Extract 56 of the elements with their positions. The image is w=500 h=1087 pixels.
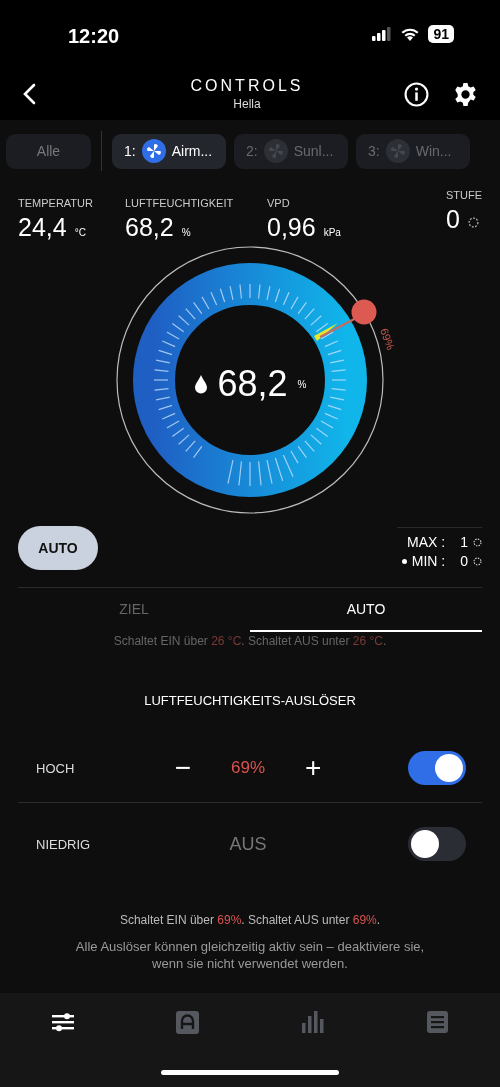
gauge-value: 68,2 bbox=[217, 363, 288, 405]
section-title: LUFTFEUCHTIGKEITS-AUSLÖSER bbox=[143, 693, 357, 708]
reading-unit: °C bbox=[74, 227, 86, 238]
limit-value: 1 bbox=[460, 534, 468, 550]
status-time: 12:20 bbox=[68, 23, 120, 48]
trigger-label: NIEDRIG bbox=[36, 836, 92, 852]
reading-unit: kPa bbox=[323, 227, 341, 238]
trigger-label: HOCH bbox=[36, 760, 76, 776]
back-icon[interactable] bbox=[22, 83, 36, 105]
info-icon[interactable] bbox=[404, 81, 429, 107]
dashed-circle-icon bbox=[467, 217, 479, 228]
increase-button[interactable]: + bbox=[301, 752, 326, 784]
settings-icon[interactable] bbox=[453, 81, 478, 107]
toggle-switch[interactable] bbox=[408, 751, 466, 785]
auto-mode-icon bbox=[176, 1010, 199, 1034]
limit-label: MIN : bbox=[411, 553, 446, 569]
trigger-value: AUS bbox=[229, 833, 267, 855]
reading-label: VPD bbox=[267, 197, 291, 209]
screen-title: CONTROLS bbox=[190, 77, 304, 95]
fan-icon bbox=[385, 139, 410, 163]
gauge-unit: % bbox=[297, 378, 307, 390]
reading-value: 24,4 bbox=[18, 213, 67, 242]
water-drop-icon bbox=[193, 374, 208, 394]
trigger-note: Schaltet EIN über 69%. Schaltet AUS unter 69%. bbox=[118, 913, 382, 928]
decrease-button[interactable]: − bbox=[170, 752, 195, 784]
battery-level: 91 bbox=[428, 25, 454, 43]
screen-subtitle: Hella bbox=[233, 97, 261, 111]
toggle-switch[interactable] bbox=[408, 827, 466, 861]
setpoint-handle[interactable] bbox=[319, 299, 377, 338]
wifi-icon bbox=[400, 26, 421, 42]
tab[interactable]: AUTO bbox=[250, 588, 482, 632]
reading-unit: % bbox=[181, 227, 191, 238]
reading-label: STUFE bbox=[445, 189, 482, 201]
limit-label: MAX : bbox=[407, 534, 446, 550]
limit-value: 0 bbox=[460, 553, 468, 569]
fan-icon bbox=[263, 139, 288, 163]
dashed-circle-icon bbox=[473, 556, 482, 566]
fan-icon bbox=[141, 139, 166, 163]
auto-mode-button[interactable]: AUTO bbox=[18, 526, 98, 570]
trigger-note: Schaltet EIN über 26 °C. Schaltet AUS unter 26 °C. bbox=[112, 634, 388, 648]
reading-value: 0 bbox=[445, 205, 460, 234]
filter-chip[interactable]: Alle bbox=[6, 133, 91, 169]
trigger-value: 69% bbox=[231, 758, 265, 778]
device-chip[interactable]: 1: Airm... bbox=[112, 133, 226, 169]
reading-label: TEMPERATUR bbox=[18, 197, 94, 209]
reading-value: 68,2 bbox=[125, 213, 174, 242]
bar-chart-icon bbox=[301, 1011, 324, 1033]
list-icon bbox=[427, 1011, 448, 1033]
dashed-circle-icon bbox=[473, 537, 482, 547]
needle-icon bbox=[314, 323, 338, 341]
sliders-icon bbox=[51, 1012, 74, 1032]
signal-icon bbox=[372, 27, 393, 41]
reading-label: LUFTFEUCHTIGKEIT bbox=[125, 197, 235, 209]
reading-value: 0,96 bbox=[267, 213, 316, 242]
setpoint-label: 69% bbox=[378, 326, 397, 352]
hint-text: Alle Auslöser können gleichzeitig aktiv sein – deaktiviere sie, wenn sie nicht verwendet werden. bbox=[74, 939, 426, 973]
